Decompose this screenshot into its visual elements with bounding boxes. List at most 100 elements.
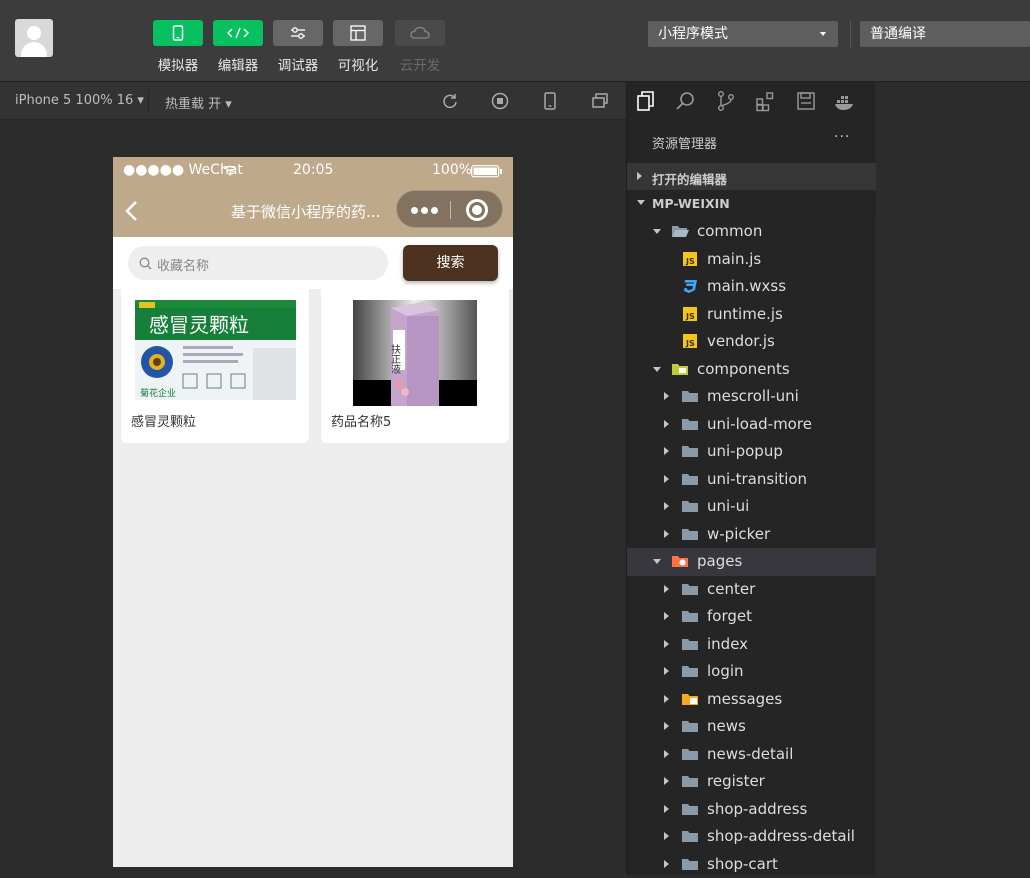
tree-folder[interactable]: shop-cart xyxy=(627,851,876,878)
chevron-right-icon xyxy=(664,722,669,730)
svg-text:JS: JS xyxy=(685,312,695,321)
search-icon[interactable] xyxy=(675,90,697,112)
svg-text:JS: JS xyxy=(685,257,695,266)
folder-icon xyxy=(681,636,699,652)
product-image: 扶正液 xyxy=(353,300,477,406)
more-icon[interactable] xyxy=(411,207,418,214)
hot-reload-toggle[interactable]: 热重载 开 ▾ xyxy=(165,93,232,112)
tree-folder[interactable]: index xyxy=(627,631,876,659)
tree-folder[interactable]: register xyxy=(627,768,876,796)
explorer-title: 资源管理器 xyxy=(652,133,717,152)
source-control-icon[interactable] xyxy=(715,90,737,112)
chevron-right-icon xyxy=(637,172,642,180)
project-section[interactable]: MP-WEIXIN xyxy=(627,190,876,217)
tree-folder[interactable]: mescroll-uni xyxy=(627,383,876,411)
tree-folder[interactable]: login xyxy=(627,658,876,686)
cloud-icon[interactable] xyxy=(395,20,445,46)
sliders-icon[interactable] xyxy=(273,20,323,46)
chevron-down-icon xyxy=(637,200,645,205)
docker-icon[interactable] xyxy=(834,90,856,112)
storage-icon[interactable] xyxy=(795,90,817,112)
tree-folder[interactable]: messages xyxy=(627,686,876,714)
tree-folder[interactable]: common xyxy=(627,218,876,246)
refresh-icon[interactable] xyxy=(440,91,460,111)
simulator-tool[interactable]: 模拟器 xyxy=(153,20,203,74)
folder-icon xyxy=(681,416,699,432)
extensions-icon[interactable] xyxy=(755,90,777,112)
search-icon xyxy=(139,257,152,270)
debugger-tool[interactable]: 调试器 xyxy=(273,20,323,74)
folder-icon xyxy=(681,663,699,679)
editor-tool[interactable]: 编辑器 xyxy=(213,20,263,74)
editor-label: 编辑器 xyxy=(213,54,263,74)
tree-folder[interactable]: components xyxy=(627,356,876,384)
svg-text:JS: JS xyxy=(685,339,695,348)
status-time: 20:05 xyxy=(293,162,333,178)
tree-item-label: messages xyxy=(707,690,782,708)
tree-folder[interactable]: uni-popup xyxy=(627,438,876,466)
code-icon[interactable] xyxy=(213,20,263,46)
cloud-tool[interactable]: 云开发 xyxy=(395,20,445,74)
folder-icon xyxy=(681,856,699,872)
tree-item-label: shop-address xyxy=(707,800,807,818)
tree-file[interactable]: JS runtime.js xyxy=(627,301,876,329)
product-image: 感冒灵颗粒 菊花企业 xyxy=(135,300,296,400)
layout-icon[interactable] xyxy=(333,20,383,46)
chevron-down-icon xyxy=(653,367,661,372)
chevron-right-icon xyxy=(664,832,669,840)
open-editors-section[interactable]: 打开的编辑器 xyxy=(627,163,876,190)
tree-file[interactable]: JSvendor.js xyxy=(627,328,876,356)
files-icon[interactable] xyxy=(635,90,657,112)
tree-folder[interactable]: shop-address-detail xyxy=(627,823,876,851)
tree-folder[interactable]: forget xyxy=(627,603,876,631)
tree-item-label: runtime.js xyxy=(707,305,783,323)
product-card[interactable]: 扶正液 药品名称5 xyxy=(321,289,509,443)
tree-folder[interactable]: shop-address xyxy=(627,796,876,824)
tree-folder[interactable]: w-picker xyxy=(627,521,876,549)
tree-folder[interactable]: uni-transition xyxy=(627,466,876,494)
simulator-label: 模拟器 xyxy=(153,54,203,74)
mode-select[interactable]: 小程序模式 xyxy=(648,21,838,47)
back-icon[interactable] xyxy=(124,200,138,222)
folder-icon xyxy=(681,443,699,459)
tree-file[interactable]: JSmain.js xyxy=(627,246,876,274)
nav-title: 基于微信小程序的药... xyxy=(231,201,391,222)
chevron-right-icon xyxy=(664,392,669,400)
compile-select[interactable]: 普通编译 xyxy=(860,21,1030,47)
more-actions-icon[interactable]: ··· xyxy=(834,129,850,145)
tree-item-label: shop-address-detail xyxy=(707,827,855,845)
tree-folder[interactable]: uni-ui xyxy=(627,493,876,521)
user-avatar[interactable] xyxy=(15,19,53,57)
tree-folder[interactable]: news xyxy=(627,713,876,741)
record-icon[interactable] xyxy=(490,91,510,111)
tree-folder[interactable]: center xyxy=(627,576,876,604)
chevron-right-icon xyxy=(664,612,669,620)
chevron-down-icon xyxy=(653,229,661,234)
cloud-label: 云开发 xyxy=(395,54,445,74)
device-select[interactable]: iPhone 5 100% 16 ▾ xyxy=(15,93,144,108)
chevron-right-icon xyxy=(664,695,669,703)
visualize-label: 可视化 xyxy=(333,54,383,74)
search-row: 收藏名称 搜索 xyxy=(113,237,513,289)
chevron-down-icon xyxy=(653,559,661,564)
wifi-icon xyxy=(223,165,237,176)
detach-window-icon[interactable] xyxy=(590,91,610,111)
folder-icon xyxy=(681,471,699,487)
visualize-tool[interactable]: 可视化 xyxy=(333,20,383,74)
tree-folder[interactable]: uni-load-more xyxy=(627,411,876,439)
tree-folder[interactable]: pages xyxy=(627,548,876,576)
product-name: 药品名称5 xyxy=(331,411,391,430)
tree-item-label: main.wxss xyxy=(707,277,786,295)
product-box-title: 扶正液 xyxy=(389,343,401,375)
messages-folder-icon xyxy=(681,691,699,707)
phone-preview-icon[interactable] xyxy=(540,91,560,111)
phone-icon[interactable] xyxy=(153,20,203,46)
search-input[interactable]: 收藏名称 xyxy=(128,246,388,280)
tree-item-label: uni-ui xyxy=(707,497,749,515)
product-card[interactable]: 感冒灵颗粒 菊花企业 感冒灵颗粒 xyxy=(121,289,309,443)
close-miniprogram-icon[interactable] xyxy=(466,199,488,221)
search-button[interactable]: 搜索 xyxy=(403,245,498,281)
chevron-right-icon xyxy=(664,585,669,593)
tree-file[interactable]: main.wxss xyxy=(627,273,876,301)
tree-folder[interactable]: news-detail xyxy=(627,741,876,769)
